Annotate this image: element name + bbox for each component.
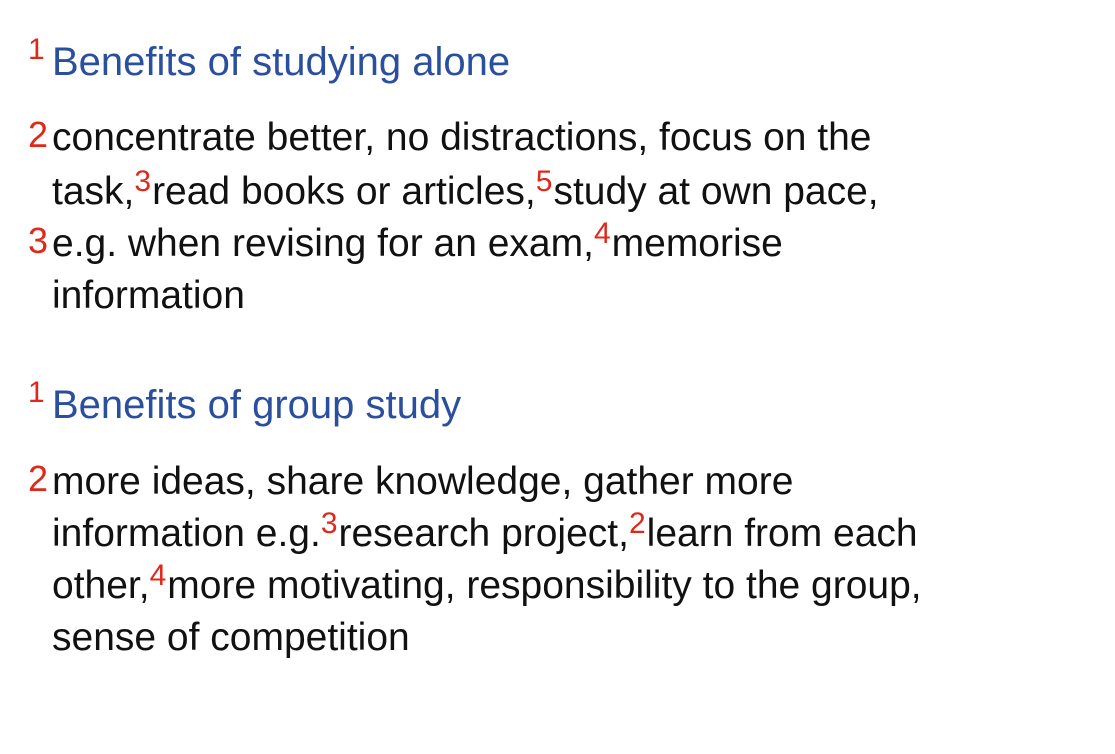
marker-number: 3 <box>320 507 338 540</box>
section-heading: 1 Benefits of group study <box>28 376 462 431</box>
heading-text: Benefits of group study <box>52 383 462 427</box>
heading-text: Benefits of studying alone <box>52 40 511 84</box>
body-text: learn from each <box>646 512 918 555</box>
body-text: information e.g. <box>52 512 321 555</box>
marker-number: 4 <box>149 559 167 592</box>
marker-number: 5 <box>535 165 553 198</box>
body-line: 2 more ideas, share knowledge, gather mor… <box>28 456 794 508</box>
body-text: more ideas, share knowledge, gather more <box>52 460 794 503</box>
marker-number: 4 <box>593 217 611 250</box>
body-line: 3 e.g. when revising for an exam,4memoris… <box>28 217 783 273</box>
body-text: task, <box>52 170 135 213</box>
section-heading: 1 Benefits of studying alone <box>28 33 511 88</box>
body-text: research project, <box>338 512 629 555</box>
marker-number: 2 <box>28 114 49 155</box>
body-text: information <box>52 274 245 317</box>
body-line: sense of competition <box>52 612 410 664</box>
marker-number: 2 <box>628 507 646 540</box>
body-text: e.g. when revising for an exam, <box>52 222 594 265</box>
body-text: other, <box>52 564 150 607</box>
body-line: information e.g.3research project,2learn… <box>52 507 918 563</box>
body-text: read books or articles, <box>152 170 536 213</box>
page: { "sections": [ { "heading_num": "1", "h… <box>0 0 1115 754</box>
body-text: sense of competition <box>52 616 410 659</box>
body-line: 2 concentrate better, no distractions, fo… <box>28 112 872 164</box>
marker-number: 3 <box>134 165 152 198</box>
body-line: information <box>52 270 245 322</box>
marker-number: 3 <box>28 220 49 261</box>
body-line: task,3read books or articles,5study at o… <box>52 165 879 221</box>
body-text: concentrate better, no distractions, foc… <box>52 116 872 159</box>
marker-number: 1 <box>28 376 45 409</box>
body-text: more motivating, responsibility to the g… <box>167 564 922 607</box>
body-text: memorise <box>611 222 783 265</box>
body-text: study at own pace, <box>553 170 879 213</box>
body-line: other,4more motivating, responsibility t… <box>52 559 922 615</box>
marker-number: 1 <box>28 33 45 66</box>
marker-number: 2 <box>28 458 49 499</box>
